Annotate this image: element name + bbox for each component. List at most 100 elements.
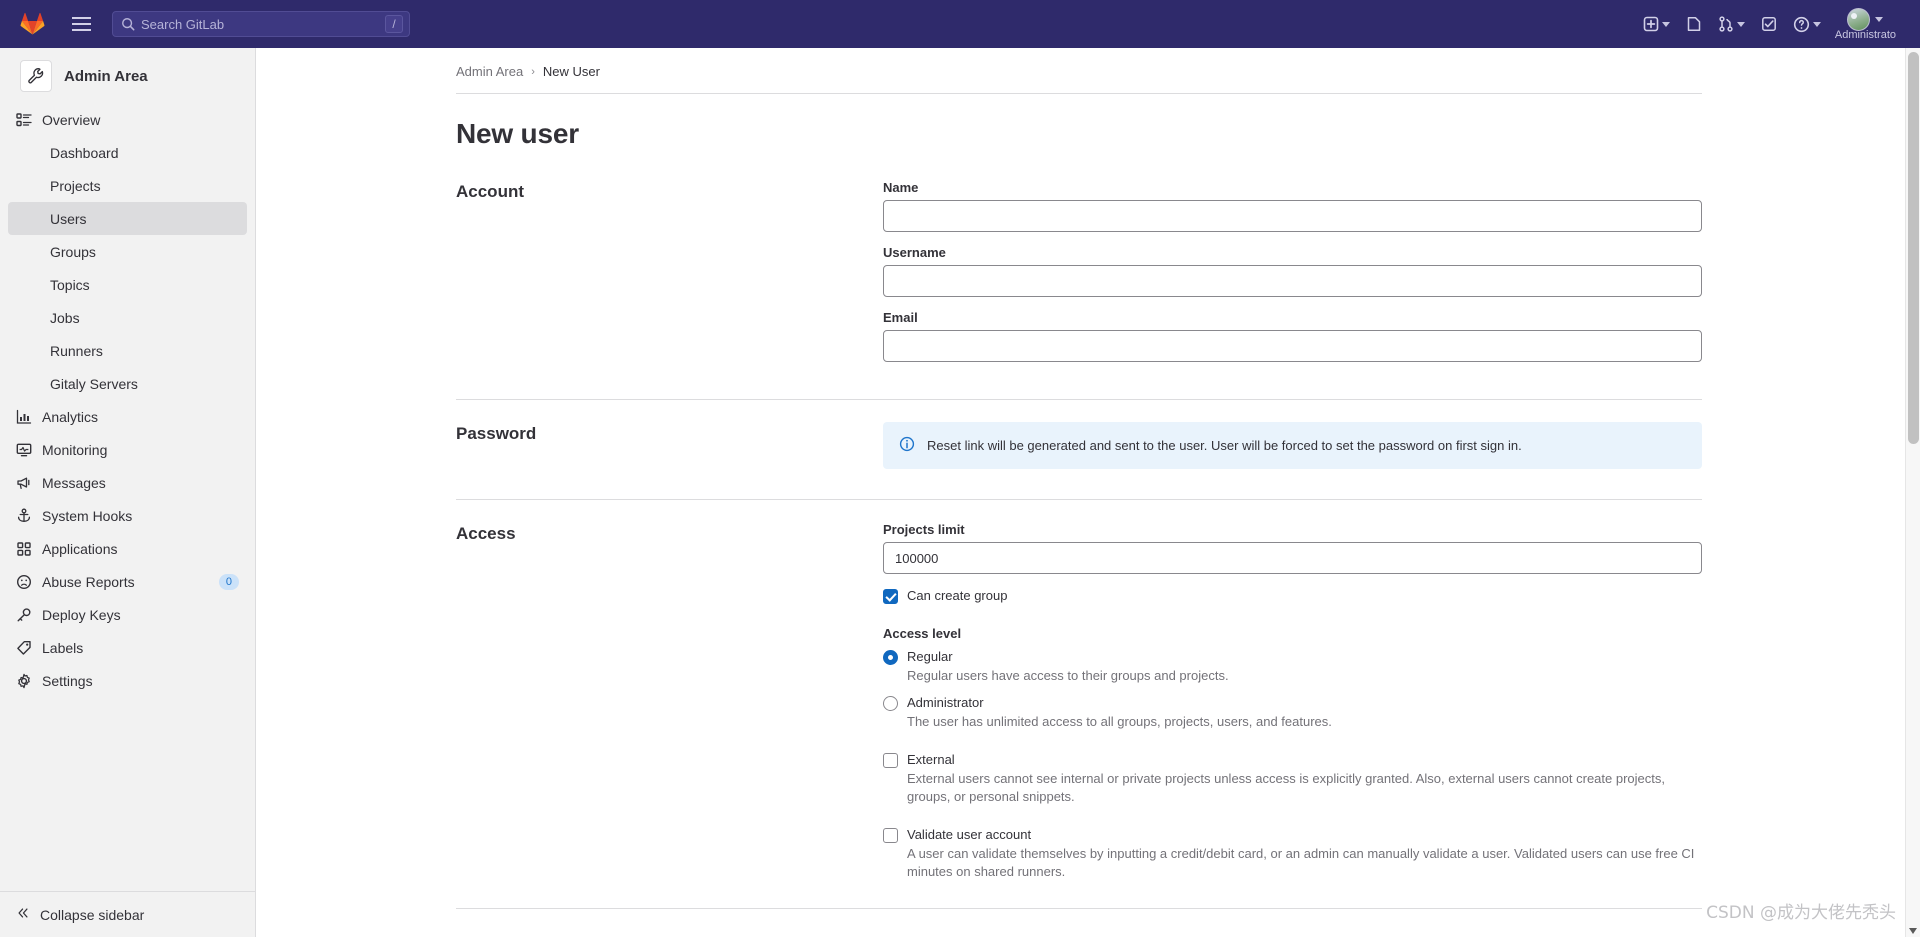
can-create-group-row[interactable]: Can create group: [883, 588, 1702, 604]
validate-user-label: Validate user account: [907, 827, 1032, 843]
sidebar-item-analytics[interactable]: Analytics: [8, 400, 247, 433]
breadcrumb-divider: [456, 93, 1702, 94]
sidebar-item-users[interactable]: Users: [8, 202, 247, 235]
sidebar-context-header[interactable]: Admin Area: [8, 55, 247, 97]
sidebar-item-label: Settings: [42, 672, 93, 689]
sidebar-item-label: Applications: [42, 540, 118, 557]
sidebar-item-labels[interactable]: Labels: [8, 631, 247, 664]
merge-request-icon: [1718, 16, 1734, 32]
help-menu[interactable]: [1787, 7, 1827, 41]
sidebar-item-deploy-keys[interactable]: Deploy Keys: [8, 598, 247, 631]
breadcrumb: Admin Area › New User: [256, 48, 1906, 93]
sidebar-item-jobs[interactable]: Jobs: [8, 301, 247, 334]
megaphone-icon: [16, 475, 42, 491]
sidebar-item-label: Users: [50, 210, 87, 227]
projects-limit-field-group: Projects limit: [883, 522, 1702, 574]
external-description: External users cannot see internal or pr…: [907, 771, 1665, 804]
sidebar-item-system-hooks[interactable]: System Hooks: [8, 499, 247, 532]
sidebar-item-label: Overview: [42, 111, 101, 128]
info-circle-icon: [899, 436, 915, 455]
sidebar-item-label: Deploy Keys: [42, 606, 121, 623]
sidebar-item-label: Labels: [42, 639, 84, 656]
external-label: External: [907, 752, 955, 768]
breadcrumb-item-admin-area[interactable]: Admin Area: [456, 64, 523, 79]
search-input[interactable]: Search GitLab /: [112, 11, 410, 37]
sidebar-item-settings[interactable]: Settings: [8, 664, 247, 697]
access-level-administrator-row[interactable]: Administrator: [883, 695, 1702, 711]
chevron-down-icon: [1812, 21, 1821, 27]
sidebar-item-messages[interactable]: Messages: [8, 466, 247, 499]
chart-icon: [16, 409, 42, 425]
access-section: Access Projects limit Can create group A…: [456, 500, 1702, 910]
username-field[interactable]: [883, 265, 1702, 297]
sidebar-item-monitoring[interactable]: Monitoring: [8, 433, 247, 466]
avatar: [1847, 7, 1871, 31]
sidebar-item-projects[interactable]: Projects: [8, 169, 247, 202]
username-field-group: Username: [883, 245, 1702, 297]
gear-icon: [16, 673, 42, 689]
email-field-group: Email: [883, 310, 1702, 362]
collapse-sidebar-label: Collapse sidebar: [40, 906, 145, 923]
sidebar-item-abuse-reports[interactable]: Abuse Reports 0: [8, 565, 247, 598]
user-menu[interactable]: Administrato: [1834, 7, 1896, 41]
collapse-sidebar-button[interactable]: Collapse sidebar: [0, 891, 255, 937]
sidebar-item-topics[interactable]: Topics: [8, 268, 247, 301]
sidebar-item-groups[interactable]: Groups: [8, 235, 247, 268]
validate-user-row[interactable]: Validate user account: [883, 827, 1702, 844]
external-row[interactable]: External: [883, 752, 1702, 769]
abuse-reports-count-badge: 0: [218, 573, 239, 590]
email-field[interactable]: [883, 330, 1702, 362]
search-icon: [121, 17, 135, 31]
hamburger-menu-icon[interactable]: [62, 5, 100, 43]
scrollbar-thumb[interactable]: [1908, 52, 1919, 444]
scroll-down-arrow-icon[interactable]: [1909, 928, 1917, 934]
username-field-label: Username: [883, 245, 946, 260]
monitor-icon: [16, 442, 42, 458]
wrench-icon: [20, 60, 52, 92]
email-field-label: Email: [883, 310, 918, 325]
main-content: Admin Area › New User New user Account N…: [256, 48, 1906, 937]
sidebar-item-applications[interactable]: Applications: [8, 532, 247, 565]
user-name-label: Administrato: [1834, 28, 1896, 41]
search-placeholder: Search GitLab: [141, 16, 225, 32]
create-new-menu[interactable]: [1637, 7, 1676, 41]
external-checkbox[interactable]: [883, 753, 898, 769]
access-level-administrator-radio[interactable]: [883, 695, 898, 711]
access-level-regular-radio[interactable]: [883, 650, 898, 665]
breadcrumb-separator-icon: ›: [531, 65, 535, 78]
sidebar-item-gitaly-servers[interactable]: Gitaly Servers: [8, 367, 247, 400]
sidebar-item-dashboard[interactable]: Dashboard: [8, 136, 247, 169]
admin-sidebar: Admin Area Overview Dashboard Projects U…: [0, 48, 256, 937]
access-level-regular-row[interactable]: Regular: [883, 649, 1702, 665]
sidebar-scroll-area: Admin Area Overview Dashboard Projects U…: [0, 48, 255, 891]
projects-limit-input[interactable]: [883, 542, 1702, 574]
sidebar-item-overview[interactable]: Overview: [8, 103, 247, 136]
page-scrollbar[interactable]: [1905, 48, 1920, 937]
validate-user-checkbox[interactable]: [883, 828, 898, 844]
breadcrumb-item-new-user[interactable]: New User: [543, 64, 600, 79]
can-create-group-label: Can create group: [907, 588, 1008, 603]
sidebar-item-runners[interactable]: Runners: [8, 334, 247, 367]
sidebar-item-label: Abuse Reports: [42, 573, 135, 590]
account-section: Account Name Username Email: [456, 168, 1702, 400]
sidebar-item-label: Analytics: [42, 408, 99, 425]
issues-link[interactable]: [1680, 7, 1708, 41]
key-icon: [16, 607, 42, 623]
can-create-group-checkbox[interactable]: [883, 589, 898, 604]
sidebar-item-label: Groups: [50, 243, 96, 260]
chevron-down-icon: [1736, 21, 1745, 27]
password-reset-alert: Reset link will be generated and sent to…: [883, 422, 1702, 469]
label-tag-icon: [16, 640, 42, 656]
todos-link[interactable]: [1755, 7, 1783, 41]
password-section: Password Reset link will be generated an…: [456, 400, 1702, 500]
sidebar-item-label: Projects: [50, 177, 101, 194]
apps-grid-icon: [16, 541, 42, 557]
sidebar-context-label: Admin Area: [64, 67, 148, 85]
name-field-label: Name: [883, 180, 919, 195]
name-field[interactable]: [883, 200, 1702, 232]
merge-requests-menu[interactable]: [1712, 7, 1751, 41]
sidebar-item-label: Topics: [50, 276, 90, 293]
gitlab-logo-icon[interactable]: [10, 12, 54, 36]
sidebar-item-label: System Hooks: [42, 507, 133, 524]
page-title: New user: [456, 118, 579, 149]
